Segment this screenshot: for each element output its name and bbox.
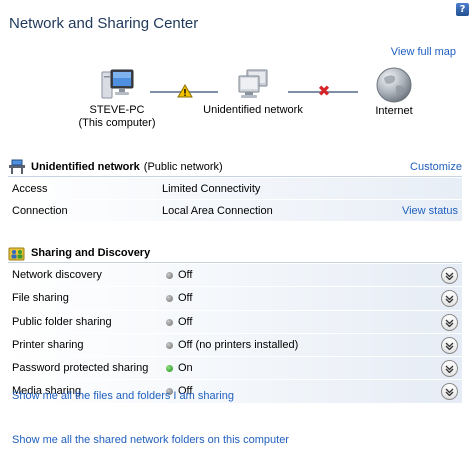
sharing-row-label: Public folder sharing [12, 315, 112, 328]
chevron-down-icon [445, 365, 454, 374]
chevron-down-icon [445, 319, 454, 327]
sharing-row-network-discovery: Network discovery Off [8, 264, 462, 288]
warning-icon[interactable] [177, 84, 193, 98]
window-title: Network and Sharing Center [9, 15, 199, 32]
sharing-row-file-sharing: File sharing Off [8, 287, 462, 311]
computer-name: STEVE-PC [89, 104, 145, 116]
network-section-header: Unidentified network (Public network) Cu… [8, 157, 462, 177]
sharing-row-label: Network discovery [12, 269, 102, 281]
sharing-row-state: Off [178, 315, 193, 328]
sharing-table: Network discovery Off File sharing Off P… [8, 264, 462, 404]
sharing-row-state: Off (no printers installed) [178, 338, 299, 351]
network-info-table: Access Limited Connectivity Connection L… [8, 178, 462, 222]
chevron-down-icon [445, 342, 454, 350]
show-shared-folders-link[interactable]: Show me all the shared network folders o… [12, 434, 289, 446]
connection-label: Connection [12, 205, 68, 217]
chevron-down-icon [445, 389, 454, 397]
expand-chevron-button[interactable] [441, 313, 458, 331]
status-off-icon [166, 272, 173, 279]
internet-node[interactable]: Internet [358, 66, 430, 118]
sharing-title: Sharing and Discovery [31, 246, 151, 259]
sharing-row-label: File sharing [12, 292, 69, 305]
internet-label: Internet [375, 105, 413, 117]
expand-chevron-button[interactable] [441, 290, 458, 308]
connection-value: Local Area Connection [162, 205, 273, 217]
expand-chevron-button[interactable] [441, 336, 458, 354]
expand-chevron-button[interactable] [441, 267, 458, 284]
chevron-down-icon [445, 295, 454, 304]
disconnected-x-icon[interactable]: ✖ [317, 84, 331, 99]
chevron-down-icon [445, 272, 454, 280]
network-name-heading: Unidentified network [31, 160, 140, 173]
computer-sub: (This computer) [78, 117, 156, 129]
show-shared-files-link[interactable]: Show me all the files and folders I am s… [12, 390, 234, 402]
help-icon[interactable]: ? [456, 3, 469, 16]
access-label: Access [12, 183, 48, 195]
status-off-icon [166, 318, 173, 326]
globe-icon [376, 67, 412, 103]
status-off-icon [166, 295, 173, 303]
network-icon [238, 69, 268, 98]
sharing-users-icon [8, 247, 25, 260]
sharing-row-state: Off [178, 292, 193, 305]
computer-icon [101, 69, 134, 99]
sharing-row-label: Password protected sharing [12, 362, 149, 375]
sharing-row-public-folder: Public folder sharing Off [8, 310, 462, 334]
network-bench-icon [9, 159, 25, 174]
sharing-section-header: Sharing and Discovery [8, 243, 462, 263]
customize-link[interactable]: Customize [410, 161, 462, 173]
view-status-link[interactable]: View status [402, 200, 458, 222]
sharing-row-state: Off [178, 269, 193, 281]
expand-chevron-button[interactable] [441, 383, 458, 401]
sharing-row-state: On [178, 362, 193, 375]
expand-chevron-button[interactable] [441, 360, 458, 378]
this-computer-node[interactable]: STEVE-PC (This computer) [74, 68, 160, 130]
network-name: Unidentified network [203, 104, 303, 116]
sharing-row-label: Printer sharing [12, 338, 84, 351]
sharing-row-printer: Printer sharing Off (no printers install… [8, 333, 462, 358]
access-row: Access Limited Connectivity [8, 178, 462, 200]
status-off-icon [166, 341, 173, 349]
sharing-row-password-protected: Password protected sharing On [8, 357, 462, 381]
access-value: Limited Connectivity [162, 183, 261, 195]
status-on-icon [166, 365, 173, 373]
view-full-map-link[interactable]: View full map [391, 46, 456, 58]
connection-row: Connection Local Area Connection View st… [8, 200, 462, 222]
network-type: (Public network) [143, 160, 223, 173]
